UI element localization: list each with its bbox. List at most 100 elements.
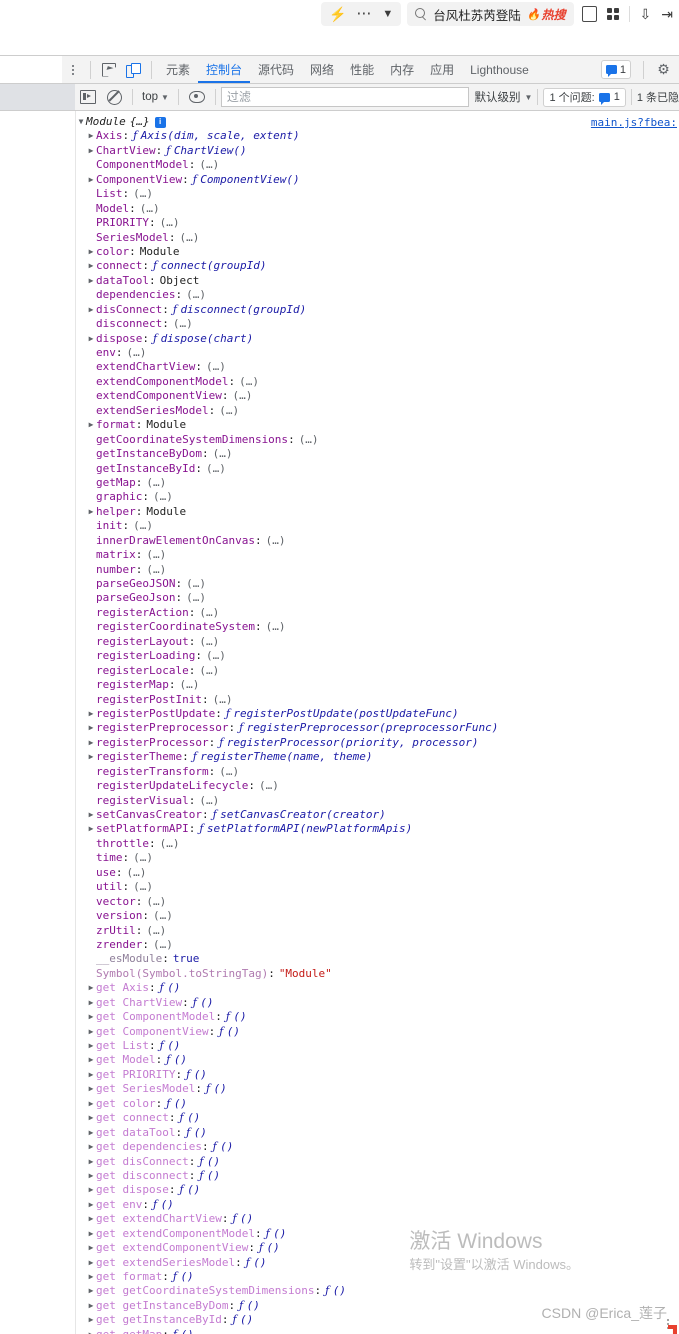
chevron-right-icon[interactable]: ▶ — [86, 1111, 96, 1125]
chevron-right-icon[interactable]: ▶ — [86, 1097, 96, 1111]
object-property-row[interactable]: registerLocale: (…) — [76, 664, 679, 678]
object-property-row[interactable]: disconnect: (…) — [76, 317, 679, 331]
chevron-right-icon[interactable]: ▶ — [86, 736, 96, 750]
object-getter-row[interactable]: ▶ get ComponentView: ƒ () — [76, 1025, 679, 1039]
object-property-row[interactable]: ▶ registerProcessor: ƒ registerProcessor(p… — [76, 736, 679, 750]
bolt-icon[interactable]: ⚡ — [329, 6, 346, 23]
console-filter-input[interactable]: 过滤 — [220, 87, 469, 107]
chevron-right-icon[interactable]: ▶ — [86, 1270, 96, 1284]
object-getter-row[interactable]: ▶ get format: ƒ () — [76, 1270, 679, 1284]
object-property-row[interactable]: ▶ registerPostUpdate: ƒ registerPostUpdate… — [76, 707, 679, 721]
object-property-row[interactable]: getInstanceByDom: (…) — [76, 447, 679, 461]
object-getter-row[interactable]: ▶ get extendChartView: ƒ () — [76, 1212, 679, 1226]
chevron-right-icon[interactable]: ▶ — [86, 1256, 96, 1270]
share-icon[interactable]: ⇥ — [661, 6, 673, 23]
inspect-element-icon[interactable] — [99, 60, 119, 80]
chevron-right-icon[interactable]: ▶ — [86, 1227, 96, 1241]
tab-elements[interactable]: 元素 — [158, 56, 198, 83]
object-getter-row[interactable]: ▶ get extendSeriesModel: ƒ () — [76, 1256, 679, 1270]
object-property-row[interactable]: version: (…) — [76, 909, 679, 923]
object-getter-row[interactable]: ▶ get Axis: ƒ () — [76, 981, 679, 995]
object-property-row[interactable]: matrix: (…) — [76, 548, 679, 562]
gear-icon[interactable]: ⚙ — [656, 61, 671, 77]
object-property-row[interactable]: registerMap: (…) — [76, 678, 679, 692]
chevron-right-icon[interactable]: ▶ — [86, 1010, 96, 1024]
chevron-right-icon[interactable]: ▶ — [86, 750, 96, 764]
browser-search-box[interactable]: 台风杜苏芮登陆 🔥 热搜 — [407, 2, 574, 26]
chevron-right-icon[interactable]: ▶ — [86, 721, 96, 735]
object-property-row[interactable]: ▶ ChartView: ƒ ChartView() — [76, 144, 679, 158]
hot-search-badge[interactable]: 🔥 热搜 — [527, 6, 566, 23]
chevron-right-icon[interactable]: ▶ — [86, 129, 96, 143]
chevron-right-icon[interactable]: ▶ — [86, 1299, 96, 1313]
object-property-row[interactable]: ▶ connect: ƒ connect(groupId) — [76, 259, 679, 273]
issues-summary-button[interactable]: 1 个问题: 1 — [543, 87, 626, 107]
object-getter-row[interactable]: ▶ get dependencies: ƒ () — [76, 1140, 679, 1154]
object-property-row[interactable]: innerDrawElementOnCanvas: (…) — [76, 534, 679, 548]
chevron-right-icon[interactable]: ▶ — [86, 1039, 96, 1053]
object-property-row[interactable]: PRIORITY: (…) — [76, 216, 679, 230]
clear-console-icon[interactable] — [104, 87, 124, 107]
object-property-row[interactable]: use: (…) — [76, 866, 679, 880]
chevron-right-icon[interactable]: ▶ — [86, 1068, 96, 1082]
chevron-right-icon[interactable]: ▶ — [86, 1212, 96, 1226]
object-property-row[interactable]: Model: (…) — [76, 202, 679, 216]
info-icon[interactable]: i — [154, 116, 166, 128]
apps-grid-icon[interactable] — [606, 8, 619, 20]
chevron-right-icon[interactable]: ▶ — [86, 1053, 96, 1067]
chevron-right-icon[interactable]: ▶ — [86, 303, 96, 317]
object-property-row[interactable]: registerLayout: (…) — [76, 635, 679, 649]
object-property-row[interactable]: SeriesModel: (…) — [76, 231, 679, 245]
chevron-right-icon[interactable]: ▶ — [86, 274, 96, 288]
tab-sources[interactable]: 源代码 — [250, 56, 302, 83]
chevron-right-icon[interactable]: ▶ — [86, 1025, 96, 1039]
object-getter-row[interactable]: ▶ get ComponentModel: ƒ () — [76, 1010, 679, 1024]
object-getter-row[interactable]: ▶ get Model: ƒ () — [76, 1053, 679, 1067]
object-property-row[interactable]: ▶ registerTheme: ƒ registerTheme(name, the… — [76, 750, 679, 764]
device-toolbar-icon[interactable] — [123, 60, 143, 80]
chevron-right-icon[interactable]: ▶ — [86, 1241, 96, 1255]
object-getter-row[interactable]: ▶ get color: ƒ () — [76, 1097, 679, 1111]
chevron-right-icon[interactable]: ▶ — [86, 1198, 96, 1212]
object-property-row[interactable]: extendSeriesModel: (…) — [76, 404, 679, 418]
more-icon[interactable]: ⋯ — [356, 6, 372, 21]
chevron-right-icon[interactable]: ▶ — [86, 173, 96, 187]
chevron-right-icon[interactable]: ▶ — [86, 259, 96, 273]
object-getter-row[interactable]: ▶ get env: ƒ () — [76, 1198, 679, 1212]
object-property-row[interactable]: registerTransform: (…) — [76, 765, 679, 779]
object-property-row[interactable]: ▶ dispose: ƒ dispose(chart) — [76, 332, 679, 346]
object-property-row[interactable]: ▶ setPlatformAPI: ƒ setPlatformAPI(newPlat… — [76, 822, 679, 836]
object-property-row[interactable]: getMap: (…) — [76, 476, 679, 490]
log-level-select[interactable]: 默认级别 ▼ — [475, 89, 533, 105]
object-property-row[interactable]: extendComponentModel: (…) — [76, 375, 679, 389]
console-sidebar-icon[interactable] — [78, 87, 98, 107]
object-property-row[interactable]: ▶ disConnect: ƒ disconnect(groupId) — [76, 303, 679, 317]
object-getter-row[interactable]: ▶ get dispose: ƒ () — [76, 1183, 679, 1197]
collections-icon[interactable] — [581, 6, 597, 22]
object-getter-row[interactable]: ▶ get getCoordinateSystemDimensions: ƒ () — [76, 1284, 679, 1298]
object-property-row[interactable]: ▶ format: Module — [76, 418, 679, 432]
object-getter-row[interactable]: ▶ get dataTool: ƒ () — [76, 1126, 679, 1140]
object-property-row[interactable]: registerUpdateLifecycle: (…) — [76, 779, 679, 793]
object-getter-row[interactable]: ▶ get connect: ƒ () — [76, 1111, 679, 1125]
tab-application[interactable]: 应用 — [422, 56, 462, 83]
chevron-right-icon[interactable]: ▶ — [86, 505, 96, 519]
quick-actions-group[interactable]: ⚡ ⋯ ▼ — [320, 2, 402, 26]
object-getter-row[interactable]: ▶ get disconnect: ƒ () — [76, 1169, 679, 1183]
object-property-row[interactable]: ▶ setCanvasCreator: ƒ setCanvasCreator(cre… — [76, 808, 679, 822]
object-property-row[interactable]: ▶ helper: Module — [76, 505, 679, 519]
chevron-right-icon[interactable]: ▶ — [86, 1284, 96, 1298]
object-property-row[interactable]: ComponentModel: (…) — [76, 158, 679, 172]
object-property-row[interactable]: getInstanceById: (…) — [76, 462, 679, 476]
object-property-row[interactable]: __esModule: true — [76, 952, 679, 966]
object-property-row[interactable]: parseGeoJSON: (…) — [76, 577, 679, 591]
object-property-row[interactable]: getCoordinateSystemDimensions: (…) — [76, 433, 679, 447]
chevron-right-icon[interactable]: ▶ — [86, 1313, 96, 1327]
object-getter-row[interactable]: ▶ get List: ƒ () — [76, 1039, 679, 1053]
object-property-row[interactable]: registerCoordinateSystem: (…) — [76, 620, 679, 634]
object-property-row[interactable]: ▶ registerPreprocessor: ƒ registerPreproce… — [76, 721, 679, 735]
object-property-row[interactable]: registerPostInit: (…) — [76, 693, 679, 707]
chevron-down-icon[interactable]: ▼ — [382, 8, 393, 20]
chevron-right-icon[interactable]: ▶ — [86, 996, 96, 1010]
chevron-right-icon[interactable]: ▶ — [86, 1169, 96, 1183]
